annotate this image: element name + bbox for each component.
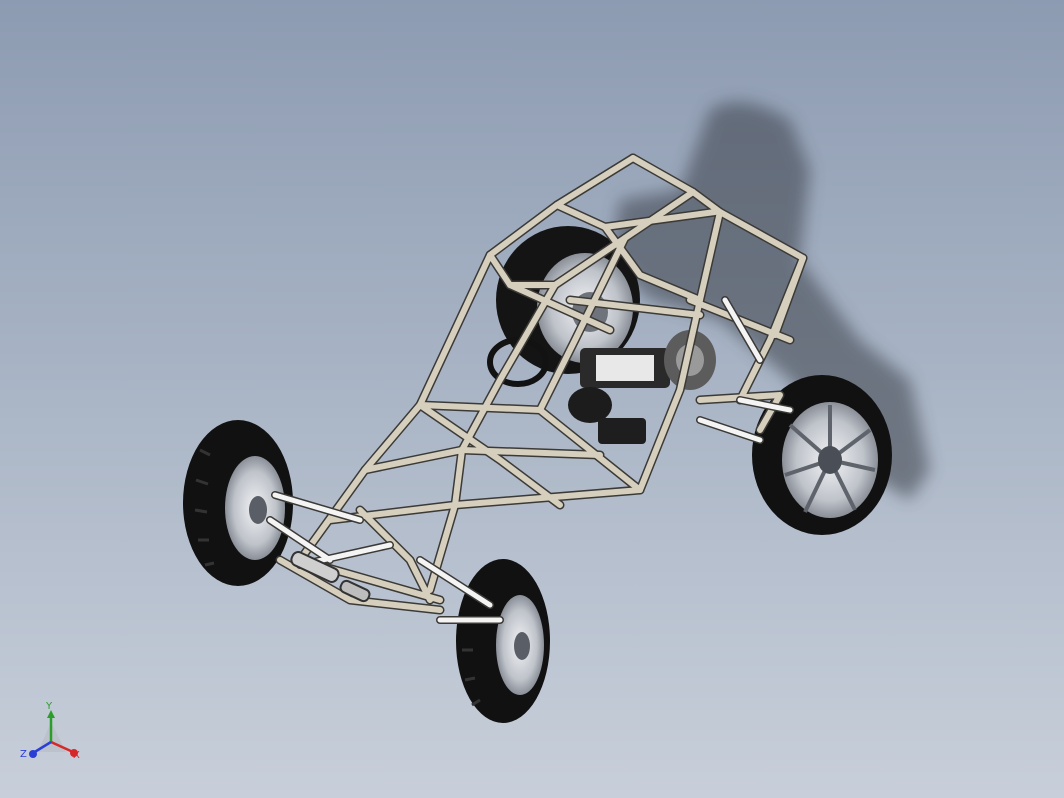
axis-z-label: Z xyxy=(20,749,27,760)
axis-x-label: X xyxy=(73,750,80,761)
cad-model-view[interactable] xyxy=(0,0,1064,798)
axis-y-label: Y xyxy=(46,701,53,712)
coordinate-triad: Y Z X xyxy=(18,700,88,770)
front-right-wheel xyxy=(456,559,550,723)
graphics-viewport[interactable]: Y Z X xyxy=(0,0,1064,798)
